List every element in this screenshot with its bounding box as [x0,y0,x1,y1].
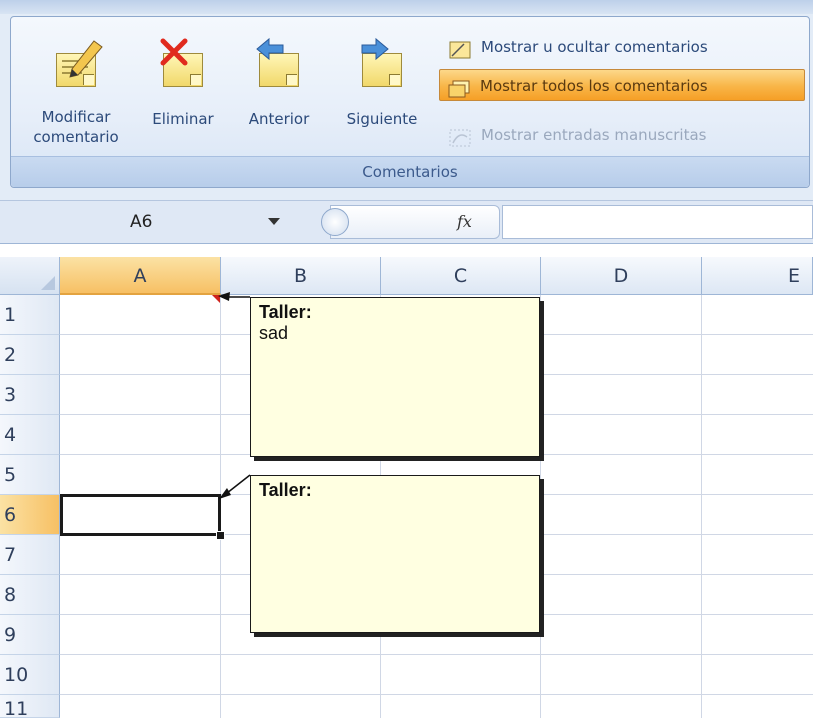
show-all-comments-button[interactable]: Mostrar todos los comentarios [439,69,805,101]
row-header-11[interactable]: 11 [0,695,60,720]
name-box[interactable]: A6 [0,206,300,238]
column-header-a[interactable]: A [60,257,221,295]
row-header-7[interactable]: 7 [0,535,60,575]
row-header-1[interactable]: 1 [0,295,60,335]
delete-comment-button[interactable]: Eliminar [137,25,229,161]
ribbon-group-comentarios: Modificar comentario Eliminar Anterior S… [10,16,810,188]
column-header-e[interactable]: E [702,257,813,295]
row-header-9[interactable]: 9 [0,615,60,655]
row-header-8[interactable]: 8 [0,575,60,615]
edit-comment-icon [48,37,104,93]
show-hide-comment-label: Mostrar u ocultar comentarios [481,38,708,56]
show-all-comments-label: Mostrar todos los comentarios [480,77,708,95]
ink-icon [449,126,471,147]
row-header-4[interactable]: 4 [0,415,60,455]
next-comment-button[interactable]: Siguiente [329,25,435,161]
spreadsheet-grid: A B C D E 1 2 3 4 5 6 7 8 9 10 11 Taller… [0,257,813,720]
formula-bar-splitter[interactable] [321,208,349,236]
row-header-10[interactable]: 10 [0,655,60,695]
previous-comment-label: Anterior [248,110,310,128]
comment-indicator-icon [212,295,220,303]
row-header-5[interactable]: 5 [0,455,60,495]
column-header-c[interactable]: C [381,257,541,295]
row-header-6[interactable]: 6 [0,495,60,535]
comment-box-2[interactable]: Taller: [250,475,540,633]
select-all-button[interactable] [0,257,60,295]
previous-comment-button[interactable]: Anterior [231,25,327,161]
delete-comment-label: Eliminar [152,110,214,128]
next-comment-icon [354,37,410,93]
ribbon-tab-strip [0,0,813,14]
show-ink-label: Mostrar entradas manuscritas [481,126,707,144]
function-area: fx [321,205,500,239]
comment-author: Taller: [259,302,312,322]
column-header-d[interactable]: D [541,257,702,295]
ribbon-group-caption: Comentarios [11,156,809,187]
name-box-value: A6 [130,212,153,232]
show-hide-comment-icon [449,38,471,59]
insert-function-icon[interactable]: fx [457,212,472,231]
formula-bar: A6 fx [0,200,813,244]
previous-comment-icon [251,37,307,93]
fill-handle[interactable] [216,531,225,540]
active-cell-a6[interactable] [60,494,221,536]
show-hide-comment-button[interactable]: Mostrar u ocultar comentarios [441,31,813,63]
gridline [60,654,813,655]
row-header-2[interactable]: 2 [0,335,60,375]
edit-comment-button[interactable]: Modificar comentario [17,25,135,161]
delete-comment-icon [155,37,211,93]
comment-text: sad [259,323,289,343]
show-all-comments-icon [448,77,470,98]
comment-author: Taller: [259,480,312,500]
gridline [60,694,813,695]
chevron-down-icon[interactable] [268,218,280,225]
comment-box-1[interactable]: Taller: sad [250,297,540,457]
formula-input[interactable] [502,205,813,239]
show-ink-button[interactable]: Mostrar entradas manuscritas [441,119,813,151]
next-comment-label: Siguiente [346,110,418,128]
edit-comment-label-1: Modificar [41,108,111,126]
edit-comment-label-2: comentario [33,128,119,146]
column-header-b[interactable]: B [221,257,381,295]
row-header-3[interactable]: 3 [0,375,60,415]
